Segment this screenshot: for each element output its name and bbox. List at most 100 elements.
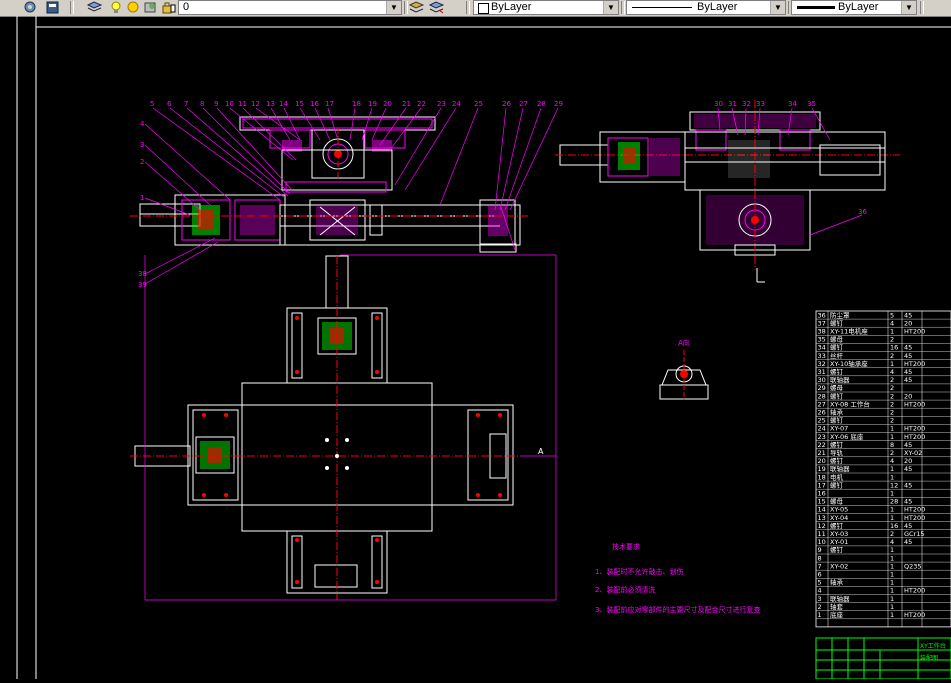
bom-cell-number: 30: [818, 376, 826, 384]
bom-cell-number: 34: [818, 344, 826, 352]
toolbar-separator: [920, 1, 924, 14]
svg-text:33: 33: [756, 100, 765, 108]
bom-cell-name: XY-07: [830, 425, 848, 433]
lineweight-dropdown-value: ByLayer: [838, 1, 879, 13]
bom-cell-number: 36: [818, 311, 826, 319]
bom-cell-qty: 2: [890, 352, 894, 360]
bom-cell-material: HT200: [904, 400, 925, 408]
layer-previous-icon[interactable]: [428, 0, 445, 15]
layer-viewport-icon[interactable]: [142, 0, 159, 15]
bom-cell-name: 底座: [830, 610, 844, 619]
bom-cell-qty: 4: [890, 538, 894, 546]
layer-properties-icon[interactable]: [22, 0, 39, 15]
bom-cell-material: HT200: [904, 506, 925, 514]
svg-text:21: 21: [402, 100, 411, 108]
svg-text:3: 3: [140, 141, 144, 149]
svg-text:32: 32: [742, 100, 751, 108]
bom-cell-name: 螺钉: [830, 545, 844, 554]
color-dropdown-value: ByLayer: [491, 1, 532, 13]
bom-cell-qty: 5: [890, 311, 894, 319]
bom-cell-number: 27: [818, 400, 826, 408]
bom-cell-qty: 2: [890, 417, 894, 425]
layer-on-bulb-icon[interactable]: [108, 0, 125, 15]
bom-cell-number: 25: [818, 417, 826, 425]
plan-view: [130, 255, 520, 600]
bom-cell-name: 螺母: [830, 383, 844, 392]
svg-text:12: 12: [251, 100, 260, 108]
technical-notes: 技术要求 1、装配时不允许敲击、划伤 2、装配前必须清洗 3、装配前应对零部件的…: [595, 542, 760, 614]
bom-cell-name: 丝杆: [830, 351, 844, 360]
layer-dropdown-value: 0: [183, 1, 190, 13]
color-dropdown[interactable]: ByLayer ▼: [473, 0, 619, 15]
bom-cell-number: 16: [818, 490, 826, 498]
svg-text:30: 30: [714, 100, 723, 108]
layers-icon[interactable]: [86, 0, 103, 15]
bom-cell-material: 45: [904, 368, 912, 376]
tech-title: 技术要求: [612, 542, 640, 551]
bom-cell-number: 17: [818, 481, 826, 489]
svg-text:25: 25: [474, 100, 483, 108]
bom-cell-number: 10: [818, 538, 826, 546]
bom-cell-material: HT200: [904, 360, 925, 368]
bom-cell-material: 45: [904, 311, 912, 319]
svg-text:22: 22: [417, 100, 426, 108]
chevron-down-icon[interactable]: ▼: [770, 1, 785, 14]
chevron-down-icon[interactable]: ▼: [901, 1, 916, 14]
chevron-down-icon[interactable]: ▼: [386, 1, 401, 14]
make-object-layer-current-icon[interactable]: [408, 0, 425, 15]
bom-cell-name: 轴承: [830, 408, 844, 417]
bom-cell-name: 轴承: [830, 578, 844, 587]
bom-cell-name: XY-05: [830, 506, 848, 514]
linetype-dropdown[interactable]: ByLayer ▼: [626, 0, 786, 15]
bom-cell-number: 13: [818, 514, 826, 522]
bom-cell-name: 螺钉: [830, 521, 844, 530]
lineweight-dropdown[interactable]: ByLayer ▼: [791, 0, 917, 15]
bom-cell-material: 20: [904, 392, 912, 400]
svg-text:39: 39: [138, 281, 147, 289]
svg-text:35: 35: [807, 100, 816, 108]
bom-cell-qty: 4: [890, 319, 894, 327]
bom-cell-name: 螺钉: [830, 416, 844, 425]
bom-cell-qty: 2: [890, 530, 894, 538]
bom-cell-number: 22: [818, 441, 826, 449]
bom-cell-qty: 1: [890, 328, 894, 336]
bom-cell-qty: 1: [890, 490, 894, 498]
bom-cell-name: XY-01: [830, 538, 848, 546]
bom-cell-material: HT200: [904, 328, 925, 336]
bom-cell-number: 35: [818, 336, 826, 344]
bom-cell-name: 联轴器: [830, 594, 850, 603]
linetype-dropdown-value: ByLayer: [697, 1, 738, 13]
bom-cell-qty: 2: [890, 400, 894, 408]
bom-cell-number: 32: [818, 360, 826, 368]
bom-cell-number: 28: [818, 392, 826, 400]
svg-text:31: 31: [728, 100, 737, 108]
bom-cell-name: 螺钉: [830, 480, 844, 489]
bom-cell-material: 45: [904, 344, 912, 352]
svg-text:27: 27: [519, 100, 528, 108]
layer-lock-icon[interactable]: [160, 0, 177, 15]
view-a-label: A向: [678, 338, 690, 347]
bom-cell-qty: 1: [890, 425, 894, 433]
svg-text:34: 34: [788, 100, 797, 108]
svg-text:14: 14: [279, 100, 288, 108]
bom-cell-material: Q235: [904, 562, 922, 570]
drawing-canvas[interactable]: 567 8 9 10 11 12 13 14 15 16 17 18 19 20 21 22 23 2…: [0, 16, 951, 680]
lineweight-sample-line: [797, 6, 835, 9]
layer-freeze-sun-icon[interactable]: [125, 0, 142, 15]
bom-cell-qty: 1: [890, 562, 894, 570]
side-section-view: [555, 100, 900, 283]
bom-cell-number: 26: [818, 409, 826, 417]
bom-table: 36 防尘罩 5 4537 螺钉 4 2038 XY-11电机座 1 HT20035 螺母 234 螺钉…: [815, 310, 951, 628]
bom-cell-name: 螺钉: [830, 318, 844, 327]
bom-cell-name: XY-04: [830, 514, 848, 522]
bom-cell-name: 轴套: [830, 602, 844, 611]
bom-cell-material: HT200: [904, 587, 925, 595]
bom-cell-name: 螺钉: [830, 440, 844, 449]
chevron-down-icon[interactable]: ▼: [603, 1, 618, 14]
bom-cell-qty: 1: [890, 473, 894, 481]
title-block-name: XY工作台: [920, 642, 946, 650]
layer-state-icon[interactable]: [44, 0, 61, 15]
layer-dropdown[interactable]: 0 ▼: [178, 0, 402, 15]
bom-cell-material: 45: [904, 441, 912, 449]
bom-cell-qty: 1: [890, 465, 894, 473]
